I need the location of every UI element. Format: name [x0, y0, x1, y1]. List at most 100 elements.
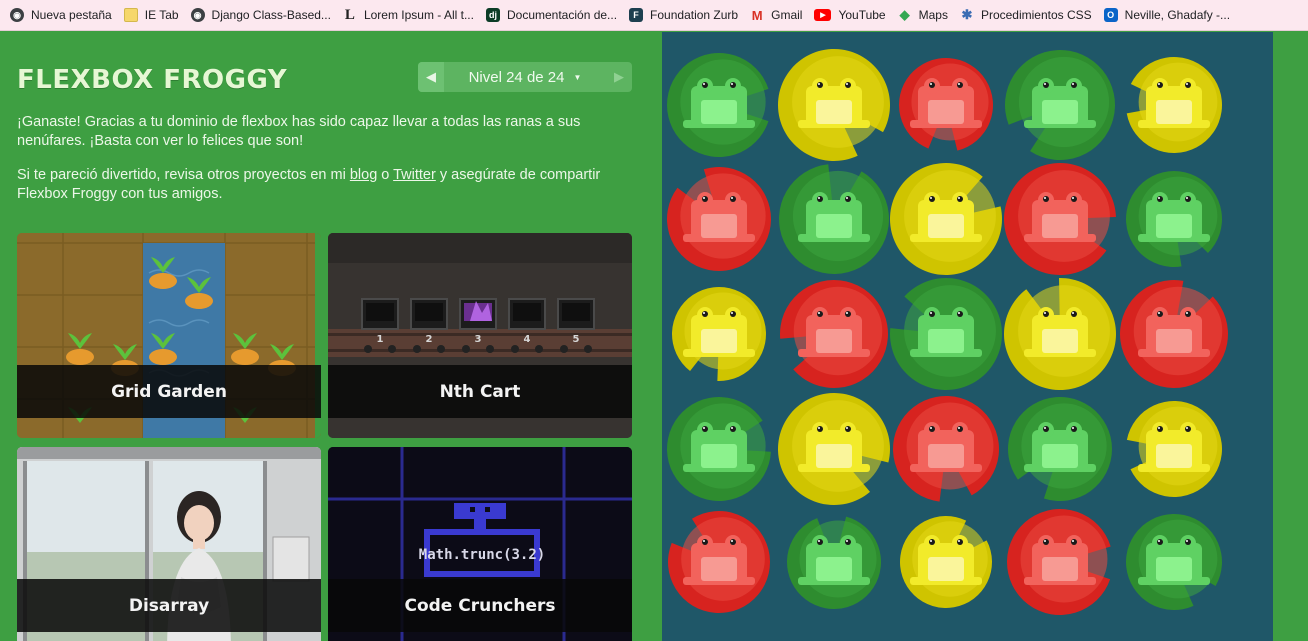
bookmark-label: YouTube — [838, 8, 886, 22]
game-card-label-band: Grid Garden — [17, 365, 321, 418]
bookmark-item[interactable]: F Foundation Zurb — [623, 3, 744, 27]
wheel-icon — [388, 345, 396, 353]
frog-on-lilypad-green — [1126, 171, 1222, 267]
game-card-label-band: Code Crunchers — [328, 579, 632, 632]
win-message: ¡Ganaste! Gracias a tu dominio de flexbo… — [17, 114, 581, 149]
bookmark-label: Gmail — [771, 8, 803, 22]
frog-on-lilypad-green — [890, 278, 1002, 390]
frog-on-lilypad-yellow — [672, 287, 766, 382]
bookmark-label: Django Class-Based... — [211, 8, 331, 22]
next-level-button[interactable]: ▶ — [606, 62, 632, 92]
share-message: Si te pareció divertido, revisa otros pr… — [17, 166, 617, 204]
game-card-title: Disarray — [128, 595, 210, 616]
bookmark-label: Procedimientos CSS — [980, 8, 1092, 22]
frog-on-lilypad-yellow — [890, 163, 1002, 275]
frog-on-lilypad-red — [1120, 280, 1229, 388]
bookmark-item[interactable]: IE Tab — [118, 3, 185, 27]
level-indicator[interactable]: Nivel 24 de 24 ▼ — [444, 69, 606, 86]
blog-link[interactable]: blog — [350, 167, 377, 183]
bookmark-label: Foundation Zurb — [650, 8, 739, 22]
game-card-disarray[interactable]: Disarray — [17, 447, 321, 641]
cart-number: 3 — [475, 334, 482, 345]
wheel-icon — [437, 345, 445, 353]
frog-on-lilypad-red — [893, 396, 999, 502]
wheel-icon — [364, 345, 372, 353]
game-card-title: Nth Cart — [439, 381, 521, 402]
bookmark-label: Maps — [918, 8, 948, 22]
arrow-left-icon: ◀ — [426, 69, 436, 84]
game-card-code-crunchers[interactable]: Math.trunc(3.2) Code Crunchers — [328, 447, 632, 641]
bookmark-item[interactable]: M Gmail — [744, 3, 808, 27]
page-title: FLEXBOX FROGGY — [17, 65, 288, 95]
globe-icon: ◉ — [10, 8, 24, 22]
twitter-link[interactable]: Twitter — [393, 167, 436, 183]
gmail-icon: M — [751, 7, 763, 23]
bookmark-item[interactable]: dj Documentación de... — [480, 3, 623, 27]
wheel-icon — [413, 345, 421, 353]
bookmark-item[interactable]: L Lorem Ipsum - All t... — [337, 3, 480, 27]
bookmark-item[interactable]: ▶ YouTube — [808, 3, 891, 27]
game-card-grid-garden[interactable]: Grid Garden — [17, 233, 321, 438]
cart-number: 5 — [573, 334, 580, 345]
wheel-icon — [486, 345, 494, 353]
frog-on-lilypad-green — [667, 397, 771, 502]
wheel-icon — [511, 345, 519, 353]
game-card-label-band: Nth Cart — [328, 365, 632, 418]
share-or: o — [377, 167, 394, 183]
frog-on-lilypad-red — [1004, 163, 1116, 275]
bookmark-item[interactable]: ◆ Maps — [892, 3, 954, 27]
frog-on-lilypad-yellow — [1004, 278, 1116, 391]
frog-on-lilypad-red — [899, 58, 993, 151]
bookmark-label: IE Tab — [144, 8, 179, 22]
frog-on-lilypad-green — [787, 516, 881, 609]
game-card-nth-cart[interactable]: 1 2 3 4 5 Nth Cart — [328, 233, 632, 438]
frog-on-lilypad-green — [1008, 397, 1112, 502]
code-snippet: Math.trunc(3.2) — [419, 547, 545, 563]
wheel-icon — [560, 345, 568, 353]
instructions-panel: FLEXBOX FROGGY ◀ Nivel 24 de 24 ▼ ▶ ¡Gan… — [0, 32, 662, 641]
maps-icon: ◆ — [899, 7, 910, 22]
pond-svg — [667, 49, 1229, 616]
frog-on-lilypad-yellow — [1126, 401, 1222, 498]
frog-on-lilypad-red — [1007, 509, 1111, 616]
lipsum-icon: L — [344, 6, 355, 23]
bookmark-label: Neville, Ghadafy -... — [1124, 8, 1231, 22]
frog-on-lilypad-green — [1126, 514, 1222, 610]
cart-number: 2 — [426, 334, 433, 345]
level-navigation: ◀ Nivel 24 de 24 ▼ ▶ — [418, 62, 632, 92]
frog-on-lilypad-red — [668, 511, 770, 614]
game-card-title: Code Crunchers — [404, 595, 556, 616]
level-indicator-label: Nivel 24 de 24 — [468, 68, 565, 86]
frog-on-lilypad-green — [667, 53, 769, 158]
right-strip — [1273, 32, 1308, 641]
youtube-icon: ▶ — [814, 9, 832, 21]
cart-number: 4 — [524, 334, 531, 345]
share-prefix: Si te pareció divertido, revisa otros pr… — [17, 167, 350, 183]
foundation-icon: F — [629, 8, 644, 22]
gear-icon: ✱ — [961, 7, 973, 22]
frog-on-lilypad-yellow — [900, 516, 993, 609]
previous-level-button[interactable]: ◀ — [418, 62, 444, 92]
wheel-icon — [584, 345, 592, 353]
bookmark-item[interactable]: ✱ Procedimientos CSS — [954, 3, 1098, 27]
bookmark-item[interactable]: ◉ Nueva pestaña — [4, 3, 118, 27]
django-icon: dj — [485, 8, 500, 22]
outlook-icon: O — [1103, 8, 1118, 22]
bookmark-item[interactable]: O Neville, Ghadafy -... — [1098, 3, 1236, 27]
folder-icon — [123, 8, 138, 22]
frog-on-lilypad-yellow — [778, 393, 890, 506]
bookmark-label: Nueva pestaña — [31, 8, 112, 22]
game-card-title: Grid Garden — [111, 381, 227, 402]
frog-on-lilypad-yellow — [778, 49, 890, 162]
pond-board — [662, 32, 1273, 641]
frog-on-lilypad-yellow — [1126, 57, 1222, 154]
cart-number: 1 — [377, 334, 384, 345]
caret-down-icon: ▼ — [573, 72, 582, 82]
wheel-icon — [535, 345, 543, 353]
globe-icon: ◉ — [190, 8, 205, 22]
bookmark-item[interactable]: ◉ Django Class-Based... — [185, 3, 337, 27]
frog-on-lilypad-green — [1005, 50, 1115, 161]
bookmarks-bar: ◉ Nueva pestaña IE Tab ◉ Django Class-Based.… — [0, 0, 1308, 31]
wheel-icon — [462, 345, 470, 353]
bookmark-label: Documentación de... — [506, 8, 618, 22]
